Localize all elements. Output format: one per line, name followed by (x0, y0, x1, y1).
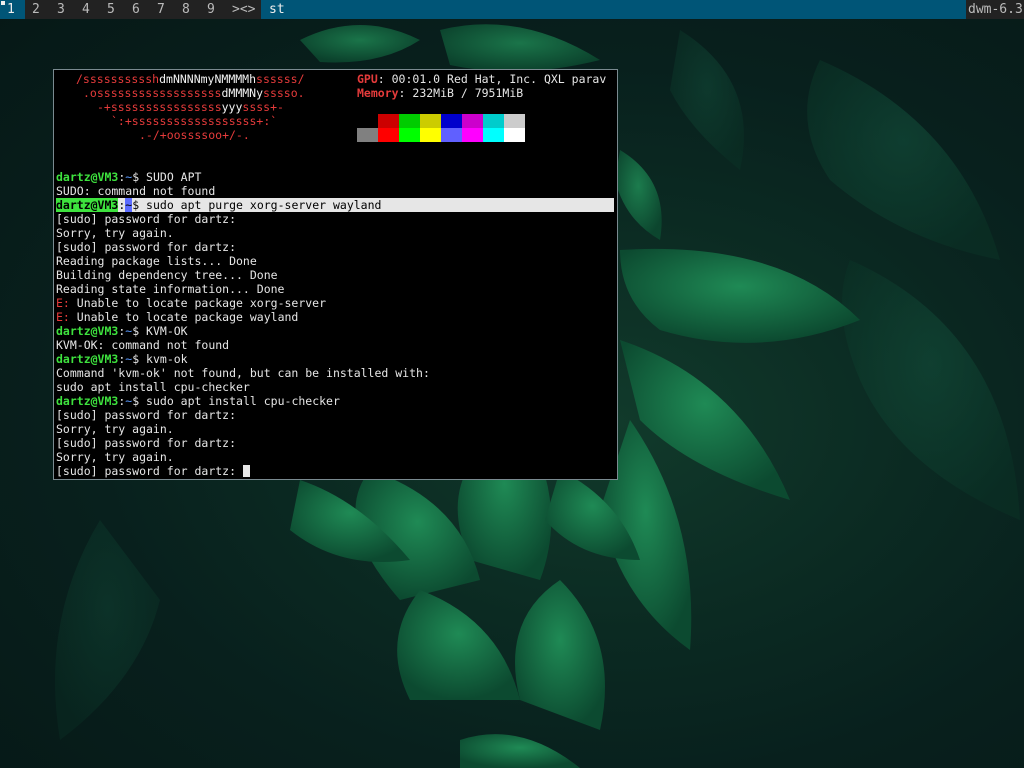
tag-5[interactable]: 5 (100, 0, 125, 19)
tag-9[interactable]: 9 (200, 0, 225, 19)
top-status-bar: 1 2 3 4 5 6 7 8 9 ><> st dwm-6.3 (0, 0, 1024, 19)
text-cursor (242, 465, 250, 477)
color-swatch (378, 128, 399, 142)
color-swatch (357, 114, 378, 128)
color-swatch (462, 128, 483, 142)
selected-prompt-line[interactable]: dartz@VM3:~$ sudo apt purge xorg-server … (56, 198, 614, 212)
logo-line-1: /sssssssssshdmNNNNmyNMMMMhssssss/ (76, 72, 305, 86)
logo-line-5: .-/+oossssoo+/-. (139, 128, 250, 142)
color-swatch (399, 114, 420, 128)
output-line: Building dependency tree... Done (56, 268, 278, 282)
prompt-line: dartz@VM3:~$ kvm-ok (56, 352, 188, 366)
tag-3[interactable]: 3 (50, 0, 75, 19)
tag-7[interactable]: 7 (150, 0, 175, 19)
output-line: sudo apt install cpu-checker (56, 380, 250, 394)
color-swatch (420, 128, 441, 142)
output-line: Sorry, try again. (56, 450, 174, 464)
output-line: Reading package lists... Done (56, 254, 257, 268)
color-swatch (399, 128, 420, 142)
prompt-line: dartz@VM3:~$ KVM-OK (56, 324, 188, 338)
output-line: Reading state information... Done (56, 282, 285, 296)
output-line: Command 'kvm-ok' not found, but can be i… (56, 366, 430, 380)
desktop: 1 2 3 4 5 6 7 8 9 ><> st dwm-6.3 /ssssss… (0, 0, 1024, 768)
window-title[interactable]: st (261, 0, 966, 19)
color-swatch (378, 114, 399, 128)
color-swatch (420, 114, 441, 128)
output-line: [sudo] password for dartz: (56, 212, 237, 226)
color-swatch (441, 114, 462, 128)
color-swatch (504, 114, 525, 128)
output-line: SUDO: command not found (56, 184, 216, 198)
tag-label: 8 (182, 2, 190, 17)
tag-label: 3 (57, 2, 65, 17)
tag-label: 6 (132, 2, 140, 17)
color-swatch (357, 128, 378, 142)
tag-label: 1 (7, 2, 15, 17)
output-line: Sorry, try again. (56, 226, 174, 240)
prompt-line: dartz@VM3:~$ SUDO APT (56, 170, 202, 184)
tag-label: 5 (107, 2, 115, 17)
output-line: [sudo] password for dartz: (56, 436, 237, 450)
tag-label: 9 (207, 2, 215, 17)
tag-8[interactable]: 8 (175, 0, 200, 19)
color-swatch (462, 114, 483, 128)
output-line: KVM-OK: command not found (56, 338, 230, 352)
memory-info: Memory: 232MiB / 7951MiB (357, 86, 524, 100)
output-line: [sudo] password for dartz: (56, 240, 237, 254)
error-line: E: Unable to locate package xorg-server (56, 296, 327, 310)
gpu-info: GPU: 00:01.0 Red Hat, Inc. QXL parav (357, 72, 607, 86)
terminal-window[interactable]: /sssssssssshdmNNNNmyNMMMMhssssss/ .ossss… (53, 69, 618, 480)
occupied-indicator (1, 1, 5, 5)
color-swatch (441, 128, 462, 142)
tag-2[interactable]: 2 (25, 0, 50, 19)
tag-label: 4 (82, 2, 90, 17)
status-text: dwm-6.3 (968, 2, 1023, 17)
color-swatch (504, 128, 525, 142)
error-line: E: Unable to locate package wayland (56, 310, 299, 324)
tag-label: 2 (32, 2, 40, 17)
output-line: [sudo] password for dartz: (56, 408, 237, 422)
logo-line-2: .ossssssssssssssssssdMMMNysssso. (83, 86, 305, 100)
layout-symbol[interactable]: ><> (225, 0, 261, 19)
tag-1[interactable]: 1 (0, 0, 25, 19)
prompt-line: dartz@VM3:~$ sudo apt install cpu-checke… (56, 394, 340, 408)
logo-line-4: `:+ssssssssssssssssss+:` (111, 114, 278, 128)
tag-label: 7 (157, 2, 165, 17)
color-swatch (483, 128, 504, 142)
color-swatch (483, 114, 504, 128)
password-input-line[interactable]: [sudo] password for dartz: (56, 464, 250, 478)
logo-line-3: -+ssssssssssssssssyyyssss+- (97, 100, 284, 114)
output-line: Sorry, try again. (56, 422, 174, 436)
tag-6[interactable]: 6 (125, 0, 150, 19)
tag-4[interactable]: 4 (75, 0, 100, 19)
